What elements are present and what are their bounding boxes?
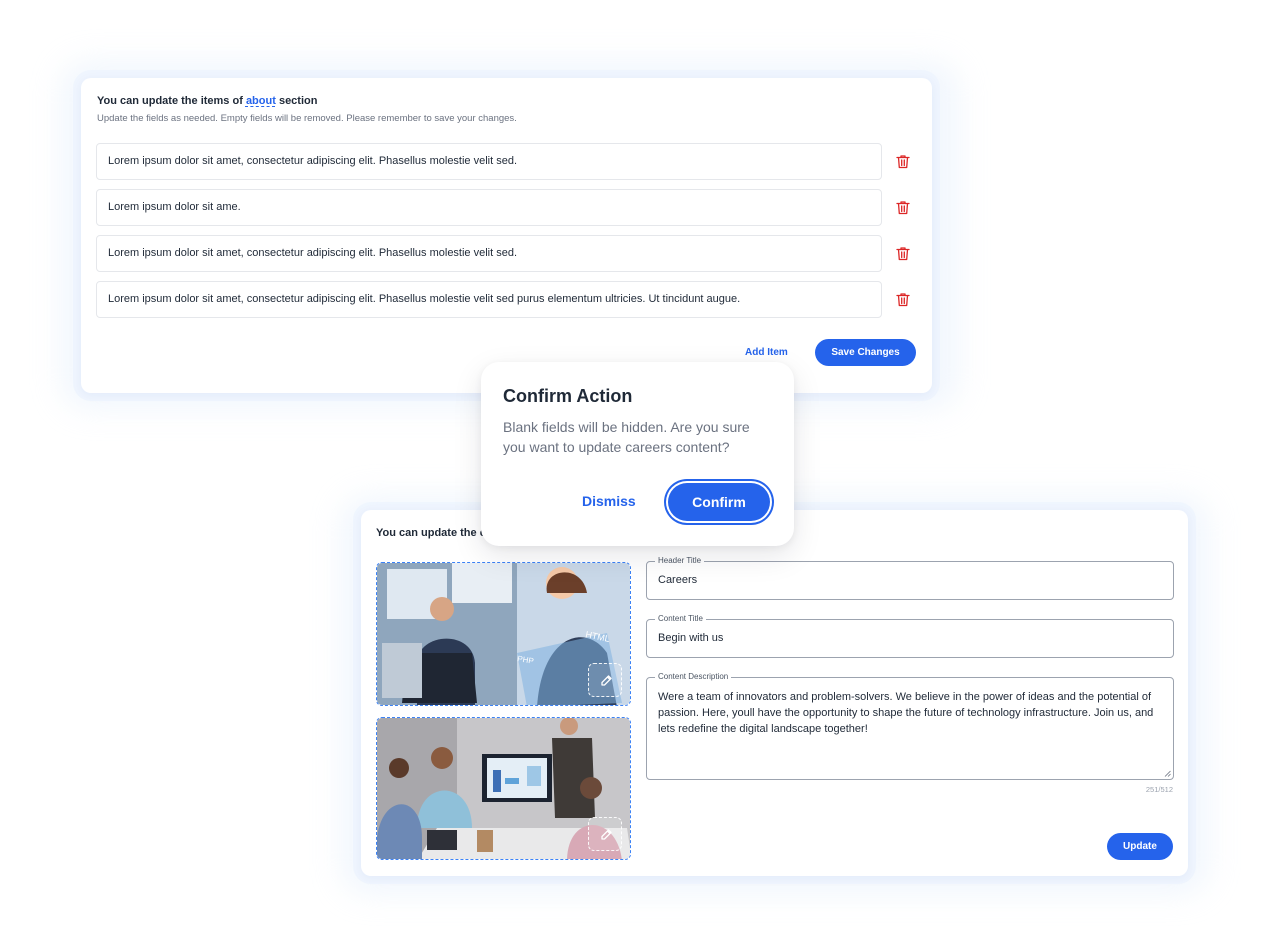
dialog-title: Confirm Action <box>503 386 633 406</box>
about-item-input[interactable]: Lorem ipsum dolor sit ame. <box>96 189 882 226</box>
trash-icon[interactable] <box>896 246 910 261</box>
header-title-value[interactable]: Careers <box>647 562 1173 599</box>
header-title-field[interactable]: Header Title Careers <box>646 556 1174 600</box>
careers-image-2[interactable] <box>376 717 631 860</box>
careers-card-title: You can update the c <box>376 527 486 539</box>
content-title-value[interactable]: Begin with us <box>647 620 1173 657</box>
dismiss-button[interactable]: Dismiss <box>582 493 636 509</box>
edit-image-button[interactable] <box>588 663 622 697</box>
about-item-row: Lorem ipsum dolor sit amet, consectetur … <box>96 235 932 272</box>
trash-icon[interactable] <box>896 200 910 215</box>
about-item-row: Lorem ipsum dolor sit amet, consectetur … <box>96 143 932 180</box>
pencil-icon <box>601 675 612 686</box>
header-title-label: Header Title <box>655 556 705 565</box>
dialog-message: Blank fields will be hidden. Are you sur… <box>503 419 750 455</box>
content-title-label: Content Title <box>655 614 706 623</box>
about-editor-card: You can update the items of about sectio… <box>81 78 932 393</box>
careers-image-1[interactable]: HTML PHP <box>376 562 631 706</box>
save-changes-button[interactable]: Save Changes <box>815 339 916 366</box>
title-suffix: section <box>275 95 318 107</box>
about-item-row: Lorem ipsum dolor sit amet, consectetur … <box>96 281 932 318</box>
about-card-subtitle: Update the fields as needed. Empty field… <box>97 113 517 124</box>
about-section-link[interactable]: about <box>246 95 276 107</box>
about-item-input[interactable]: Lorem ipsum dolor sit amet, consectetur … <box>96 281 882 318</box>
pencil-icon <box>601 829 612 840</box>
confirm-button[interactable]: Confirm <box>668 483 770 521</box>
about-item-input[interactable]: Lorem ipsum dolor sit amet, consectetur … <box>96 143 882 180</box>
trash-icon[interactable] <box>896 154 910 169</box>
add-item-button[interactable]: Add Item <box>745 347 788 358</box>
edit-image-button[interactable] <box>588 817 622 851</box>
trash-icon[interactable] <box>896 292 910 307</box>
resize-handle-icon[interactable] <box>1164 770 1171 777</box>
careers-editor-card: You can update the c HTML PHP Header Tit… <box>361 510 1188 876</box>
character-counter: 251/512 <box>1145 785 1173 794</box>
content-description-label: Content Description <box>655 672 732 681</box>
about-card-title: You can update the items of about sectio… <box>97 95 916 107</box>
update-button[interactable]: Update <box>1107 833 1173 860</box>
confirm-dialog: Confirm Action Blank fields will be hidd… <box>481 362 794 546</box>
content-title-field[interactable]: Content Title Begin with us <box>646 614 1174 658</box>
content-description-value[interactable]: Were a team of innovators and problem-so… <box>647 678 1173 737</box>
about-item-input[interactable]: Lorem ipsum dolor sit amet, consectetur … <box>96 235 882 272</box>
title-prefix: You can update the items of <box>97 95 246 107</box>
about-item-row: Lorem ipsum dolor sit ame. <box>96 189 932 226</box>
content-description-field[interactable]: Content Description Were a team of innov… <box>646 672 1174 780</box>
